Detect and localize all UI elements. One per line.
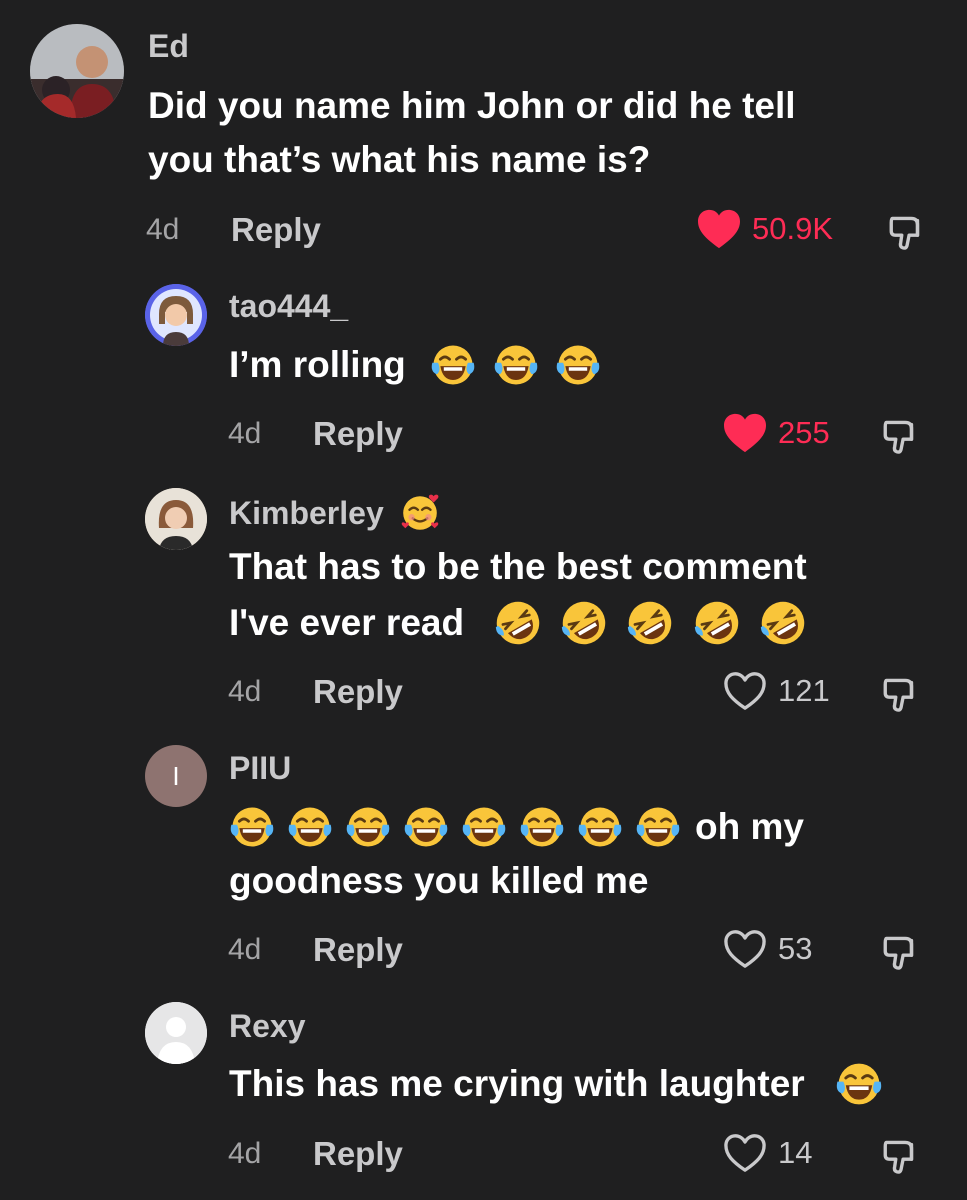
comment-item: I PIIU oh my goodness you killed me 4d R… bbox=[0, 735, 967, 990]
laughing-tears-icon bbox=[493, 342, 539, 388]
avatar[interactable] bbox=[30, 24, 124, 118]
like-button[interactable]: 255 bbox=[722, 412, 830, 454]
avatar-letter: I bbox=[172, 761, 180, 791]
default-avatar-icon bbox=[145, 1002, 207, 1064]
comment-username-text: Kimberley bbox=[229, 494, 384, 531]
comment-item: Kimberley That has to be the best commen… bbox=[0, 480, 967, 735]
like-button[interactable]: 121 bbox=[722, 670, 830, 712]
comment-item: Rexy This has me crying with laughter 4d… bbox=[0, 990, 967, 1200]
rofl-icon bbox=[758, 598, 808, 648]
comment-timestamp: 4d bbox=[228, 1137, 262, 1170]
comment-text: I’m rolling bbox=[229, 336, 607, 392]
reply-button[interactable]: Reply bbox=[313, 672, 403, 712]
laughing-tears-icon bbox=[555, 342, 601, 388]
laughing-tears-icon bbox=[461, 804, 507, 850]
heart-filled-icon bbox=[722, 412, 768, 454]
comment-text-line: That has to be the best comment bbox=[229, 546, 807, 587]
comment-timestamp: 4d bbox=[146, 213, 180, 246]
comment-timestamp: 4d bbox=[228, 675, 262, 708]
comment-text: oh my goodness you killed me bbox=[229, 798, 804, 908]
like-count: 50.9K bbox=[752, 211, 834, 246]
avatar[interactable] bbox=[145, 488, 207, 550]
like-button[interactable]: 53 bbox=[722, 928, 812, 970]
heart-outline-icon bbox=[722, 670, 768, 712]
heart-outline-icon bbox=[722, 1132, 768, 1174]
laughing-tears-icon bbox=[287, 804, 333, 850]
avatar[interactable] bbox=[145, 284, 207, 346]
photo-avatar-icon bbox=[30, 24, 124, 118]
smiling-hearts-icon bbox=[399, 492, 441, 534]
dislike-icon[interactable] bbox=[886, 210, 928, 252]
like-count: 14 bbox=[778, 1135, 813, 1170]
dislike-icon[interactable] bbox=[880, 414, 922, 456]
dislike-icon[interactable] bbox=[880, 672, 922, 714]
heart-filled-icon bbox=[696, 208, 742, 250]
comment-text-line: goodness you killed me bbox=[229, 860, 649, 902]
laughing-tears-icon bbox=[635, 804, 681, 850]
rofl-icon bbox=[493, 598, 543, 648]
like-button[interactable]: 14 bbox=[722, 1132, 812, 1174]
rofl-icon bbox=[625, 598, 675, 648]
comment-text-line: I’m rolling bbox=[229, 344, 406, 386]
photo-avatar-icon bbox=[145, 488, 207, 550]
reply-button[interactable]: Reply bbox=[231, 210, 321, 250]
laughing-tears-icon bbox=[430, 342, 476, 388]
comment-text-line: I've ever read bbox=[229, 602, 465, 644]
reply-button[interactable]: Reply bbox=[313, 414, 403, 454]
comment-item: Ed Did you name him John or did he tell … bbox=[0, 0, 967, 270]
comment-text-line: you that’s what his name is? bbox=[148, 139, 651, 180]
heart-outline-icon bbox=[722, 928, 768, 970]
laughing-tears-icon bbox=[835, 1060, 883, 1108]
dislike-icon[interactable] bbox=[880, 1134, 922, 1176]
comment-username[interactable]: Rexy bbox=[229, 1006, 306, 1046]
reply-button[interactable]: Reply bbox=[313, 930, 403, 970]
comment-text-line: oh my bbox=[695, 806, 804, 848]
laughing-tears-icon bbox=[519, 804, 565, 850]
comment-text: That has to be the best comment I've eve… bbox=[229, 540, 814, 650]
laughing-tears-icon bbox=[345, 804, 391, 850]
comment-text: This has me crying with laughter bbox=[229, 1055, 889, 1111]
laughing-tears-icon bbox=[577, 804, 623, 850]
comment-text: Did you name him John or did he tell you… bbox=[148, 79, 796, 187]
rofl-icon bbox=[692, 598, 742, 648]
comment-item: tao444_ I’m rolling 4d Reply 255 bbox=[0, 270, 967, 480]
photo-avatar-icon bbox=[145, 284, 207, 346]
reply-button[interactable]: Reply bbox=[313, 1134, 403, 1174]
like-count: 255 bbox=[778, 415, 830, 450]
avatar[interactable]: I bbox=[145, 745, 207, 807]
comment-timestamp: 4d bbox=[228, 417, 262, 450]
laughing-tears-icon bbox=[229, 804, 275, 850]
like-count: 121 bbox=[778, 673, 830, 708]
dislike-icon[interactable] bbox=[880, 930, 922, 972]
like-count: 53 bbox=[778, 931, 813, 966]
comment-text-line: This has me crying with laughter bbox=[229, 1063, 805, 1105]
comment-text-line: Did you name him John or did he tell bbox=[148, 85, 796, 126]
avatar[interactable] bbox=[145, 1002, 207, 1064]
comment-username[interactable]: Kimberley bbox=[229, 490, 447, 534]
comment-username[interactable]: tao444_ bbox=[229, 286, 348, 326]
laughing-tears-icon bbox=[403, 804, 449, 850]
comment-username[interactable]: PIIU bbox=[229, 748, 291, 788]
rofl-icon bbox=[559, 598, 609, 648]
like-button[interactable]: 50.9K bbox=[696, 208, 833, 250]
comment-username[interactable]: Ed bbox=[148, 26, 189, 66]
comment-timestamp: 4d bbox=[228, 933, 262, 966]
